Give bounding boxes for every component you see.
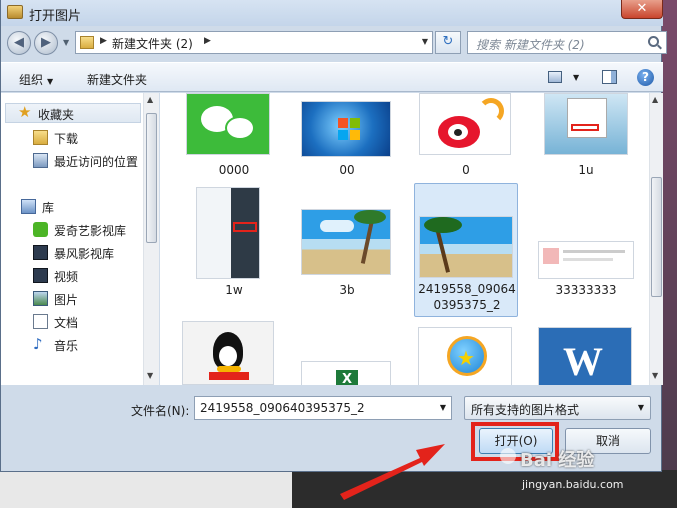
watermark-url: jingyan.baidu.com [522,478,624,491]
baidu-paw-icon [500,448,516,464]
watermark-brand: Bai 经验 [520,450,595,471]
annotation-arrow [340,444,445,500]
